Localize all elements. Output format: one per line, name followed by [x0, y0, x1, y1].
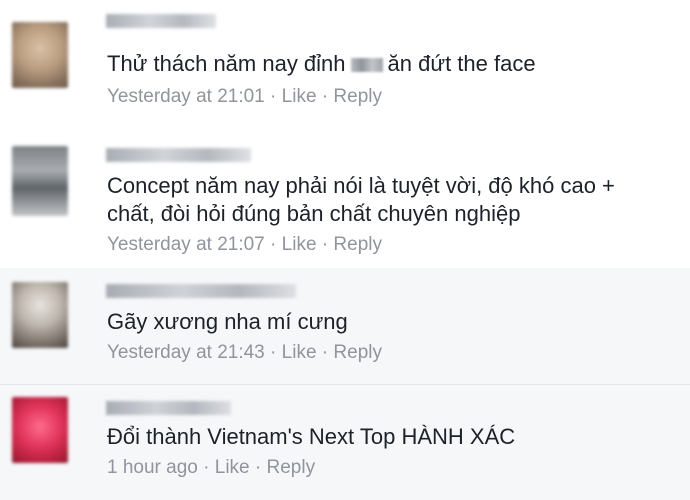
- comment-text-line-1: Concept năm nay phải nói là tuyệt vời, đ…: [107, 173, 615, 198]
- comment-timestamp[interactable]: Yesterday at 21:07: [107, 234, 265, 255]
- comment-list: Thử thách năm nay đỉnh ăn đứt the face Ye…: [0, 0, 690, 500]
- censored-word: [350, 58, 383, 73]
- comment-meta: Yesterday at 21:01 · Like · Reply: [107, 86, 382, 107]
- reply-link[interactable]: Reply: [333, 86, 382, 107]
- comment-item: Gãy xương nha mí cưng Yesterday at 21:43…: [0, 268, 690, 384]
- commenter-name-blurred[interactable]: [106, 284, 296, 298]
- avatar[interactable]: [12, 282, 68, 348]
- comment-item: Đổi thành Vietnam's Next Top HÀNH XÁC 1 …: [0, 385, 690, 500]
- like-link[interactable]: Like: [282, 342, 317, 363]
- comment-text-line-2: chất, đòi hỏi đúng bản chất chuyên nghiệ…: [107, 201, 521, 226]
- avatar[interactable]: [12, 397, 68, 463]
- comment-timestamp[interactable]: Yesterday at 21:43: [107, 342, 265, 363]
- like-link[interactable]: Like: [282, 234, 317, 255]
- commenter-name-blurred[interactable]: [106, 401, 231, 415]
- commenter-name-blurred[interactable]: [106, 148, 251, 162]
- comment-item: Concept năm nay phải nói là tuyệt vời, đ…: [0, 120, 690, 268]
- comment-meta: Yesterday at 21:43 · Like · Reply: [107, 342, 382, 363]
- comment-timestamp[interactable]: Yesterday at 21:01: [107, 86, 265, 107]
- comment-item: Thử thách năm nay đỉnh ăn đứt the face Ye…: [0, 0, 690, 120]
- reply-link[interactable]: Reply: [267, 457, 316, 478]
- commenter-name-blurred[interactable]: [106, 14, 216, 28]
- comment-text: Đổi thành Vietnam's Next Top HÀNH XÁC: [107, 424, 516, 449]
- comment-meta: Yesterday at 21:07 · Like · Reply: [107, 234, 382, 255]
- avatar[interactable]: [12, 146, 68, 216]
- comment-timestamp[interactable]: 1 hour ago: [107, 457, 198, 478]
- reply-link[interactable]: Reply: [333, 342, 382, 363]
- comment-text: Gãy xương nha mí cưng: [107, 309, 348, 334]
- like-link[interactable]: Like: [282, 86, 317, 107]
- comment-meta: 1 hour ago · Like · Reply: [107, 457, 316, 478]
- avatar[interactable]: [12, 22, 68, 88]
- like-link[interactable]: Like: [215, 457, 250, 478]
- comment-text: Thử thách năm nay đỉnh ăn đứt the face: [107, 51, 536, 76]
- reply-link[interactable]: Reply: [333, 234, 382, 255]
